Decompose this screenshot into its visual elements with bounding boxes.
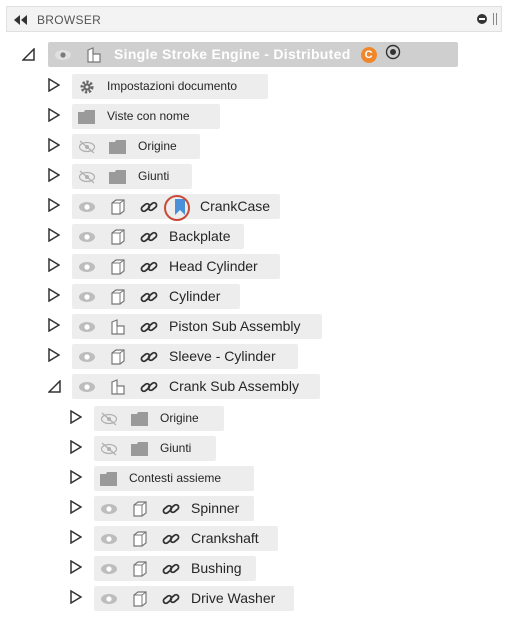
item-label: Viste con nome — [107, 109, 190, 123]
link-icon — [138, 287, 160, 307]
item-label: Spinner — [191, 500, 240, 516]
collapsed-triangle-icon[interactable] — [70, 439, 83, 459]
eye-icon[interactable] — [76, 377, 98, 397]
root-label: Single Stroke Engine - Distributed — [114, 46, 351, 62]
collapsed-triangle-icon[interactable] — [70, 469, 83, 489]
eye-icon[interactable] — [98, 559, 120, 579]
eye-hidden-icon[interactable] — [98, 409, 120, 429]
folder-icon — [107, 167, 129, 187]
eye-icon[interactable] — [76, 257, 98, 277]
eye-hidden-icon[interactable] — [76, 167, 98, 187]
component-icon — [107, 347, 129, 367]
collapsed-triangle-icon[interactable] — [48, 227, 61, 247]
component-icon — [129, 589, 151, 609]
collapsed-triangle-icon[interactable] — [48, 77, 61, 97]
item-label: Drive Washer — [191, 590, 276, 606]
component-icon — [107, 287, 129, 307]
gear-icon — [76, 77, 98, 97]
link-icon — [160, 559, 182, 579]
eye-icon[interactable] — [76, 227, 98, 247]
item-label: Crankshaft — [191, 530, 259, 546]
item-label: Impostazioni documento — [107, 79, 238, 93]
collapsed-triangle-icon[interactable] — [48, 317, 61, 337]
link-icon — [160, 589, 182, 609]
highlight-ring — [164, 195, 190, 221]
component-icon — [129, 559, 151, 579]
collapsed-triangle-icon[interactable] — [70, 409, 83, 429]
collapsed-triangle-icon[interactable] — [48, 347, 61, 367]
folder-icon — [98, 469, 120, 489]
eye-icon[interactable] — [76, 317, 98, 337]
panel-title: BROWSER — [37, 13, 102, 27]
assembly-component-icon — [107, 317, 129, 337]
item-label: Backplate — [169, 228, 231, 244]
item-label: Giunti — [160, 441, 192, 455]
collapsed-triangle-icon[interactable] — [48, 137, 61, 157]
link-icon — [160, 529, 182, 549]
eye-icon[interactable] — [98, 589, 120, 609]
link-icon — [138, 257, 160, 277]
component-icon — [129, 529, 151, 549]
collapsed-triangle-icon[interactable] — [48, 107, 61, 127]
eye-icon[interactable] — [76, 197, 98, 217]
component-icon — [107, 227, 129, 247]
folder-icon — [76, 107, 98, 127]
item-label: Giunti — [138, 169, 170, 183]
collapsed-triangle-icon[interactable] — [48, 197, 61, 217]
eye-hidden-icon[interactable] — [76, 137, 98, 157]
eye-icon[interactable] — [98, 529, 120, 549]
folder-icon — [129, 439, 151, 459]
link-icon — [138, 197, 160, 217]
folder-icon — [107, 137, 129, 157]
eye-icon[interactable] — [76, 347, 98, 367]
item-label: Cylinder — [169, 288, 221, 304]
collapsed-triangle-icon[interactable] — [70, 529, 83, 549]
assembly-component-icon — [107, 377, 129, 397]
collapse-panel-icon[interactable] — [13, 13, 29, 31]
item-label: Crank Sub Assembly — [169, 378, 299, 394]
expanded-triangle-icon[interactable] — [47, 379, 62, 399]
component-icon — [129, 499, 151, 519]
link-icon — [160, 499, 182, 519]
browser-header: BROWSER — [6, 6, 502, 32]
eye-hidden-icon[interactable] — [98, 439, 120, 459]
folder-icon — [129, 409, 151, 429]
collapsed-triangle-icon[interactable] — [48, 287, 61, 307]
item-label: Origine — [160, 411, 199, 425]
collapsed-triangle-icon[interactable] — [70, 499, 83, 519]
panel-resize-grip-icon[interactable] — [493, 13, 497, 25]
item-label: Contesti assieme — [129, 471, 222, 485]
expanded-triangle-icon[interactable] — [21, 47, 36, 67]
item-label: Piston Sub Assembly — [169, 318, 301, 334]
item-label: Head Cylinder — [169, 258, 258, 274]
eye-icon[interactable] — [52, 45, 74, 65]
item-label: Bushing — [191, 560, 242, 576]
collapsed-triangle-icon[interactable] — [48, 167, 61, 187]
collapsed-triangle-icon[interactable] — [70, 589, 83, 609]
collapsed-triangle-icon[interactable] — [70, 559, 83, 579]
assembly-component-icon — [83, 45, 105, 65]
activate-radio-icon[interactable] — [385, 44, 401, 65]
eye-icon[interactable] — [76, 287, 98, 307]
link-icon — [138, 317, 160, 337]
eye-icon[interactable] — [98, 499, 120, 519]
item-label: Sleeve - Cylinder — [169, 348, 276, 364]
item-label: CrankCase — [200, 198, 271, 214]
link-icon — [138, 347, 160, 367]
minimize-icon[interactable] — [477, 14, 487, 24]
component-icon — [107, 257, 129, 277]
collapsed-triangle-icon[interactable] — [48, 257, 61, 277]
badge: C — [360, 46, 377, 63]
link-icon — [138, 377, 160, 397]
item-label: Origine — [138, 139, 177, 153]
component-icon — [107, 197, 129, 217]
link-icon — [138, 227, 160, 247]
